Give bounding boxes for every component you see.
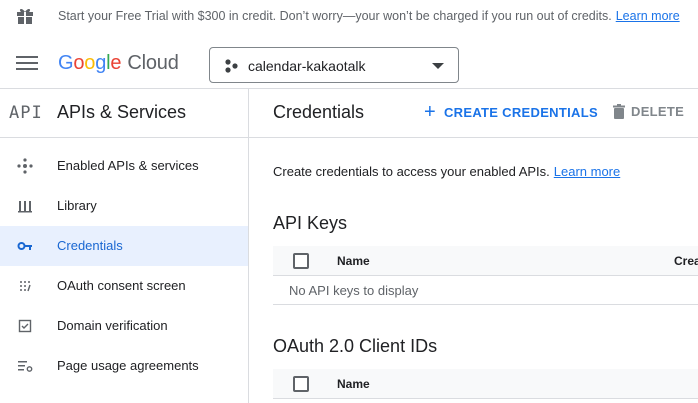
checkbox-icon [18, 319, 32, 333]
empty-state-text: No API keys to display [289, 283, 419, 298]
column-header-created[interactable]: Crea [674, 254, 698, 268]
sidebar-divider [248, 89, 249, 403]
sidebar-item-enabled-apis[interactable]: Enabled APIs & services [0, 146, 248, 186]
project-selector[interactable]: calendar-kakaotalk [209, 47, 459, 83]
sidebar-item-oauth-consent[interactable]: OAuth consent screen [0, 266, 248, 306]
page-title: Credentials [273, 102, 365, 122]
header-divider [0, 137, 698, 138]
project-name: calendar-kakaotalk [248, 58, 366, 74]
select-all-checkbox[interactable] [293, 253, 309, 269]
intro-text: Create credentials to access your enable… [273, 164, 620, 179]
hub-icon [17, 158, 33, 174]
sidebar-item-label: Library [57, 198, 97, 213]
delete-button[interactable]: DELETE [613, 104, 684, 119]
api-keys-empty-row: No API keys to display [273, 276, 698, 305]
api-keys-title: API Keys [273, 213, 348, 233]
api-keys-table-header: Name Crea [273, 246, 698, 276]
consent-icon [20, 281, 31, 292]
section-title: APIs & Services [57, 102, 187, 122]
intro-message: Create credentials to access your enable… [273, 164, 550, 179]
dropdown-caret-icon [432, 63, 444, 69]
banner-text: Start your Free Trial with $300 in credi… [58, 9, 612, 23]
oauth-table-header: Name [273, 369, 698, 399]
delete-label: DELETE [631, 104, 685, 119]
main-menu-icon[interactable] [16, 56, 38, 74]
gift-icon [17, 8, 33, 24]
oauth-client-ids-title: OAuth 2.0 Client IDs [273, 336, 438, 356]
create-credentials-button[interactable]: + CREATE CREDENTIALS [424, 101, 598, 123]
top-divider [0, 88, 698, 89]
create-credentials-label: CREATE CREDENTIALS [443, 104, 598, 120]
column-header-name[interactable]: Name [337, 254, 370, 268]
sidebar-item-label: OAuth consent screen [57, 278, 186, 293]
top-bar: Google Cloud calendar-kakaotalk [0, 32, 698, 88]
trial-banner: Start your Free Trial with $300 in credi… [0, 0, 698, 32]
sidebar-item-domain-verification[interactable]: Domain verification [0, 306, 248, 346]
sidebar-item-library[interactable]: Library [0, 186, 248, 226]
settings-list-icon [18, 361, 33, 372]
banner-learn-more-link[interactable]: Learn more [616, 9, 680, 23]
column-header-name[interactable]: Name [337, 377, 370, 391]
select-all-checkbox[interactable] [293, 376, 309, 392]
sidebar-item-credentials[interactable]: Credentials [0, 226, 248, 266]
trash-icon [613, 104, 625, 119]
sidebar-item-page-usage[interactable]: Page usage agreements [0, 346, 248, 386]
intro-learn-more-link[interactable]: Learn more [554, 164, 620, 179]
trial-banner-message: Start your Free Trial with $300 in credi… [58, 9, 680, 23]
sidebar-item-label: Credentials [57, 238, 123, 253]
key-icon [17, 242, 32, 250]
google-cloud-logo[interactable]: Google Cloud [58, 52, 179, 75]
sidebar-item-label: Domain verification [57, 318, 168, 333]
project-dots-icon [225, 59, 238, 73]
api-icon: API [9, 103, 43, 123]
sidebar-item-label: Enabled APIs & services [57, 158, 199, 173]
sidebar-item-label: Page usage agreements [57, 358, 199, 373]
library-icon [18, 201, 32, 213]
plus-icon: + [424, 101, 436, 123]
